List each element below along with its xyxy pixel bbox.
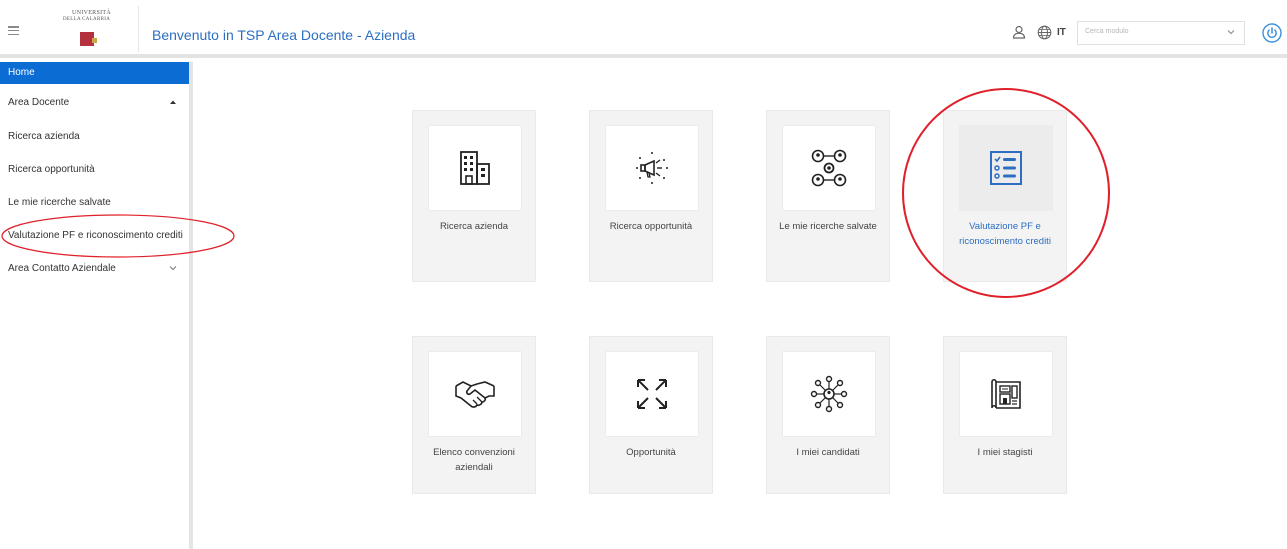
chevron-down-icon [169, 266, 177, 271]
tile-opportunita[interactable]: Opportunità [589, 336, 713, 494]
tile-label: Opportunità [626, 447, 676, 458]
tile-miei-candidati[interactable]: I miei candidati [766, 336, 890, 494]
tile-icon-box [959, 125, 1053, 211]
sidebar-item-valutazione-pf[interactable]: Valutazione PF e riconoscimento crediti [0, 225, 189, 247]
power-icon[interactable] [1262, 23, 1282, 43]
language-selector[interactable]: IT [1057, 27, 1066, 38]
sidebar-item-label: Home [8, 67, 35, 78]
globe-icon[interactable] [1037, 25, 1052, 40]
tile-label: I miei candidati [796, 447, 860, 458]
expand-arrows-icon [637, 379, 667, 409]
tile-ricerca-azienda[interactable]: Ricerca azienda [412, 110, 536, 282]
sidebar-item-label: Ricerca azienda [8, 131, 80, 142]
tile-icon-box [605, 125, 699, 211]
hamburger-menu-icon[interactable] [8, 26, 19, 35]
sidebar-item-label: Area Contatto Aziendale [8, 263, 116, 274]
sidebar-item-label: Area Docente [8, 97, 70, 108]
header-divider [138, 6, 139, 52]
logo-text-line2: DELLA CALABRIA [63, 17, 111, 22]
megaphone-icon [636, 152, 668, 184]
sidebar-item-home[interactable]: Home [0, 62, 189, 84]
sidebar-item-ricerche-salvate[interactable]: Le mie ricerche salvate [0, 192, 189, 214]
user-icon[interactable] [1012, 25, 1026, 39]
page-title: Benvenuto in TSP Area Docente - Azienda [152, 27, 416, 43]
tile-icon-box [428, 125, 522, 211]
university-logo[interactable]: UNIVERSITÀ DELLA CALABRIA [58, 10, 128, 50]
sidebar-item-ricerca-azienda[interactable]: Ricerca azienda [0, 126, 189, 148]
tile-icon-box [959, 351, 1053, 437]
sidebar-item-area-docente[interactable]: Area Docente [0, 92, 189, 114]
tile-icon-box [605, 351, 699, 437]
tile-label: Ricerca azienda [439, 221, 509, 232]
caret-up-icon [170, 100, 176, 104]
sidebar-item-ricerca-opportunita[interactable]: Ricerca opportunità [0, 159, 189, 181]
checklist-icon [990, 151, 1022, 185]
sidebar-item-area-contatto-aziendale[interactable]: Area Contatto Aziendale [0, 258, 189, 280]
tile-miei-stagisti[interactable]: I miei stagisti [943, 336, 1067, 494]
tile-label: Le mie ricerche salvate [779, 221, 877, 232]
tile-icon-box [782, 351, 876, 437]
sidebar: Home Area Docente Ricerca azienda Ricerc… [0, 62, 193, 549]
sidebar-item-label: Ricerca opportunità [8, 164, 95, 175]
tile-icon-box [782, 125, 876, 211]
handshake-icon [455, 381, 495, 408]
logo-mark-accent [92, 38, 97, 43]
module-search-placeholder: Cerca modulo [1085, 28, 1129, 35]
app-window: UNIVERSITÀ DELLA CALABRIA Benvenuto in T… [0, 0, 1287, 549]
sidebar-item-label: Le mie ricerche salvate [8, 197, 111, 208]
tile-label: I miei stagisti [977, 447, 1033, 458]
module-search-select[interactable]: Cerca modulo [1077, 21, 1245, 45]
top-header: UNIVERSITÀ DELLA CALABRIA Benvenuto in T… [0, 0, 1287, 58]
tile-icon-box [428, 351, 522, 437]
tile-label: Valutazione PF e riconoscimento crediti [959, 221, 1051, 247]
tile-label: Ricerca opportunità [609, 221, 693, 232]
user-network-icon [811, 149, 847, 187]
tile-ricerca-opportunita[interactable]: Ricerca opportunità [589, 110, 713, 282]
tile-valutazione-pf[interactable]: Valutazione PF e riconoscimento crediti [943, 110, 1067, 282]
chevron-down-icon [1227, 30, 1235, 35]
tile-ricerche-salvate[interactable]: Le mie ricerche salvate [766, 110, 890, 282]
candidate-network-icon [810, 375, 848, 413]
blueprint-icon [991, 378, 1021, 409]
tile-label: Elenco convenzioni aziendali [433, 447, 515, 473]
tile-elenco-convenzioni[interactable]: Elenco convenzioni aziendali [412, 336, 536, 494]
sidebar-item-label: Valutazione PF e riconoscimento crediti [8, 230, 183, 241]
logo-text-line1: UNIVERSITÀ [72, 10, 111, 16]
office-building-icon [460, 151, 490, 185]
